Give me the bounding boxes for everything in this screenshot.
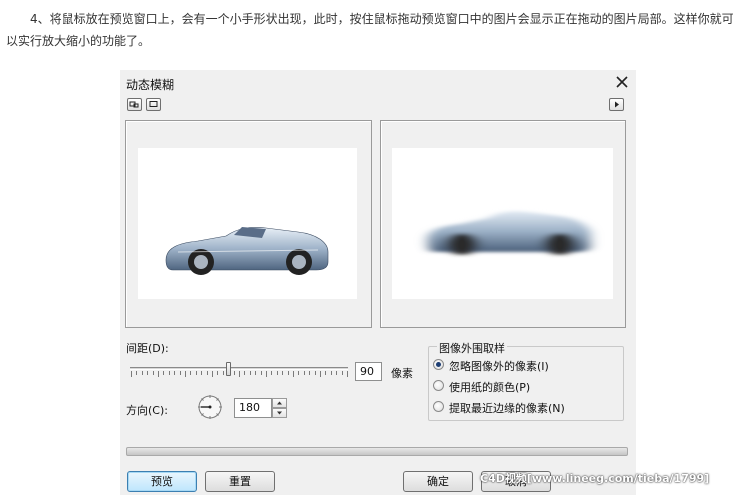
radio-label: 使用纸的颜色(P) <box>449 381 531 394</box>
preview-button[interactable]: 预览 <box>127 471 197 492</box>
direction-spinner[interactable] <box>272 398 287 418</box>
original-preview-pane[interactable] <box>125 120 372 328</box>
direction-input[interactable]: 180 <box>234 398 272 418</box>
dialog-title: 动态模糊 <box>126 78 175 92</box>
ok-button[interactable]: 确定 <box>403 471 473 492</box>
motion-blur-dialog: 动态模糊 间距(D): 90 像素 方向(C): 180 图像外围取样 忽略图像… <box>120 70 636 495</box>
sampling-group: 图像外围取样 忽略图像外的像素(I) 使用纸的颜色(P) 提取最近边缘的像素(N… <box>428 340 624 421</box>
single-view-icon[interactable] <box>146 98 161 111</box>
split-view-icon[interactable] <box>127 98 142 111</box>
original-car-image <box>138 148 357 299</box>
spin-up-icon[interactable] <box>272 398 287 408</box>
sampling-group-title: 图像外围取样 <box>437 340 507 356</box>
blurred-preview-pane[interactable] <box>380 120 626 328</box>
slider-thumb[interactable] <box>225 362 231 376</box>
progress-bar <box>126 447 628 456</box>
blurred-car-image <box>392 148 613 299</box>
radio-ignore-outside[interactable]: 忽略图像外的像素(I) <box>433 357 623 373</box>
distance-unit: 像素 <box>391 367 413 380</box>
distance-label: 间距(D): <box>126 342 169 355</box>
radio-dot <box>433 359 444 370</box>
arrow-right-icon[interactable] <box>609 98 624 111</box>
radio-label: 提取最近边缘的像素(N) <box>449 402 565 415</box>
watermark: C4D视频[www.lineeg.com/tieba/1799] <box>480 472 710 485</box>
direction-label: 方向(C): <box>126 404 168 417</box>
article-paragraph: 4、将鼠标放在预览窗口上，会有一个小手形状出现，此时，按住鼠标拖动预览窗口中的图… <box>6 12 734 48</box>
preview-toolbar <box>124 96 628 116</box>
radio-nearest-edge[interactable]: 提取最近边缘的像素(N) <box>433 399 623 415</box>
radio-label: 忽略图像外的像素(I) <box>449 360 549 373</box>
slider-track <box>130 367 348 370</box>
radio-dot <box>433 380 444 391</box>
slider-ticks <box>131 371 348 377</box>
spin-down-icon[interactable] <box>272 408 287 418</box>
angle-dial-icon[interactable] <box>196 393 224 421</box>
distance-slider[interactable] <box>130 362 348 378</box>
reset-button[interactable]: 重置 <box>205 471 275 492</box>
radio-dot <box>433 401 444 412</box>
close-icon[interactable] <box>612 72 632 92</box>
distance-input[interactable]: 90 <box>355 362 382 381</box>
radio-paper-color[interactable]: 使用纸的颜色(P) <box>433 378 623 394</box>
